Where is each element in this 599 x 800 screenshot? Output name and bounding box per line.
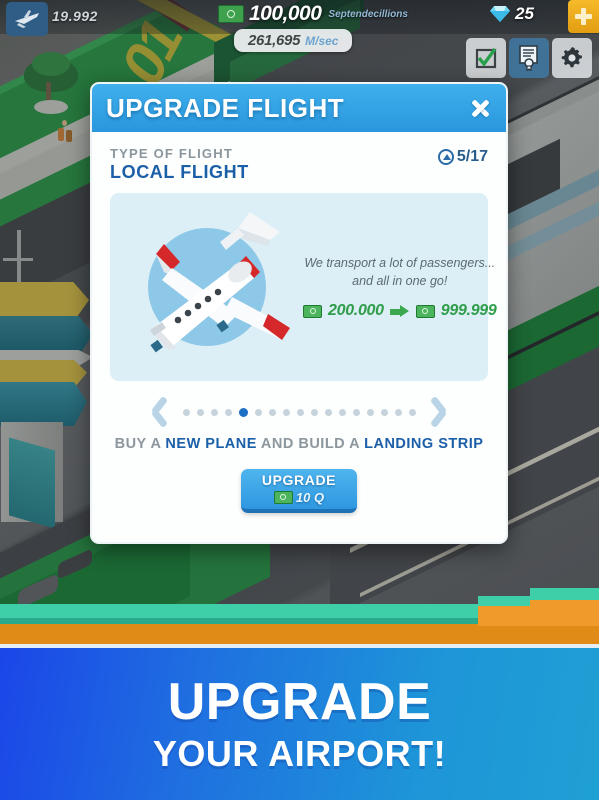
- flight-info-card: We transport a lot of passengers... and …: [110, 193, 497, 381]
- terrain-notch-teal: [478, 596, 530, 606]
- modal-body: TYPE OF FLIGHT LOCAL FLIGHT 5/17 We tran…: [92, 132, 506, 513]
- close-icon[interactable]: [468, 96, 492, 120]
- gem-counter: 25: [489, 4, 534, 24]
- goal-highlight-2: LANDING STRIP: [364, 436, 484, 452]
- upgrade-goal-text: BUY A NEW PLANE AND BUILD A LANDING STRI…: [110, 435, 488, 455]
- carousel-dot[interactable]: [366, 408, 374, 416]
- upgrade-button-label: UPGRADE: [261, 471, 337, 488]
- arrow-right-icon: [389, 305, 410, 318]
- cash-icon: [415, 304, 435, 318]
- upgrade-button[interactable]: UPGRADE 10 Q: [241, 468, 357, 513]
- income-progression-row: 200.000 999.999: [303, 302, 497, 320]
- carousel-dot[interactable]: [352, 408, 360, 416]
- gear-icon: [561, 47, 582, 68]
- airplane-icon[interactable]: [6, 2, 48, 36]
- carousel-dot[interactable]: [408, 408, 416, 416]
- level-badge: 5/17: [437, 148, 488, 166]
- page-title: UPGRADE FLIGHT: [106, 92, 345, 123]
- carousel-dot[interactable]: [238, 407, 248, 417]
- current-income-value: 200.000: [328, 302, 384, 320]
- terrain-notch-orange: [478, 606, 530, 626]
- rate-unit: M/sec: [305, 33, 339, 48]
- goal-middle: AND BUILD A: [256, 436, 365, 452]
- flight-type-block: TYPE OF FLIGHT LOCAL FLIGHT: [110, 146, 249, 183]
- plus-icon[interactable]: [568, 0, 599, 33]
- goal-highlight-1: NEW PLANE: [165, 436, 257, 452]
- cash-icon: [273, 490, 293, 504]
- carousel-dot[interactable]: [380, 408, 388, 416]
- upgrade-cost-value: 10 Q: [295, 489, 325, 505]
- modal-header: UPGRADE FLIGHT: [92, 84, 506, 132]
- money-counter: 100,000 Septendecillions: [218, 2, 408, 26]
- gem-count: 25: [515, 4, 534, 23]
- tasks-button[interactable]: [466, 38, 506, 78]
- carousel-dot[interactable]: [254, 408, 262, 416]
- carousel-dot[interactable]: [324, 408, 332, 416]
- flight-type-row: TYPE OF FLIGHT LOCAL FLIGHT 5/17: [110, 146, 488, 183]
- top-hud: 19.992 100,000 Septendecillions 261,695 …: [0, 0, 599, 80]
- rate-value: 261,695: [248, 32, 301, 49]
- money-unit: Septendecillions: [328, 8, 408, 20]
- banner-line-2: YOUR AIRPORT!: [152, 733, 447, 774]
- carousel-dot[interactable]: [296, 408, 304, 416]
- carousel-dots: [182, 407, 416, 417]
- missions-button[interactable]: [509, 38, 549, 78]
- carousel-dot[interactable]: [196, 408, 204, 416]
- goal-prefix: BUY A: [114, 436, 166, 452]
- flight-type-name: LOCAL FLIGHT: [110, 162, 249, 182]
- cash-icon: [218, 5, 244, 23]
- income-rate-pill: 261,695 M/sec: [234, 29, 353, 52]
- carousel-dot[interactable]: [210, 408, 218, 416]
- carousel-dot[interactable]: [224, 408, 232, 416]
- carousel-dot[interactable]: [182, 408, 190, 416]
- plane-count-label: 19.992: [52, 8, 98, 24]
- flight-info-text: We transport a lot of passengers... and …: [303, 254, 503, 320]
- money-value: 100,000: [249, 2, 322, 25]
- carousel-dot[interactable]: [394, 408, 402, 416]
- certificate-icon: [519, 45, 538, 71]
- settings-button[interactable]: [552, 38, 592, 78]
- carousel-dot[interactable]: [338, 408, 346, 416]
- carousel-dot[interactable]: [268, 408, 276, 416]
- level-text: 5/17: [456, 148, 488, 165]
- jet-glyph: [150, 211, 290, 352]
- private-jet-illustration: [118, 200, 303, 375]
- banner-line-1: UPGRADE: [167, 673, 432, 731]
- description-line-2: and all in one go!: [352, 274, 448, 288]
- upgrade-flight-modal: UPGRADE FLIGHT TYPE OF FLIGHT LOCAL FLIG…: [90, 82, 508, 544]
- gem-icon: [490, 6, 510, 22]
- next-income-value: 999.999: [440, 302, 497, 320]
- level-carousel: [110, 395, 488, 429]
- carousel-dot[interactable]: [282, 408, 290, 416]
- terrain-notch-orange-far: [530, 600, 599, 626]
- checkmark-box-icon: [475, 47, 497, 69]
- description-line-1: We transport a lot of passengers...: [304, 255, 496, 270]
- chevron-left-icon[interactable]: [147, 395, 173, 429]
- flight-type-label: TYPE OF FLIGHT: [110, 146, 233, 161]
- chevron-right-icon[interactable]: [426, 395, 452, 429]
- airplane-glyph: [15, 10, 39, 28]
- terrain-strip-orange: [0, 624, 599, 644]
- upgrade-button-cost: 10 Q: [273, 489, 325, 505]
- promo-banner: UPGRADE YOUR AIRPORT!: [0, 648, 599, 800]
- cash-icon: [303, 304, 322, 318]
- carousel-dot[interactable]: [310, 408, 318, 416]
- level-up-icon: [437, 149, 454, 165]
